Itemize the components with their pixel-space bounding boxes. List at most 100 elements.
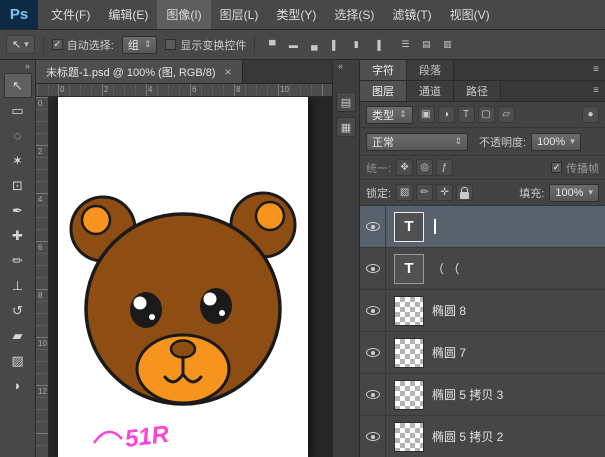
- text-panel-tab[interactable]: 段落: [407, 60, 454, 80]
- layer-visibility-toggle[interactable]: [360, 374, 386, 415]
- propagate-frames-checkbox[interactable]: 传播帧: [551, 160, 599, 176]
- layer-visibility-toggle[interactable]: [360, 416, 386, 457]
- crop-tool[interactable]: ⊡: [4, 173, 32, 198]
- opacity-dropdown[interactable]: 100% ▾: [531, 133, 581, 151]
- ruler-number: 12: [38, 387, 47, 396]
- filter-kind-dropdown[interactable]: 类型 ⇕: [366, 106, 413, 124]
- updown-icon: ⇕: [399, 109, 407, 120]
- menu-item[interactable]: 图像(I): [157, 0, 210, 29]
- move-tool-icon: ↖: [12, 38, 21, 51]
- filter-shape-layers-icon[interactable]: ▢: [478, 106, 495, 123]
- blur-tool[interactable]: ◗: [4, 373, 32, 398]
- align-horizontal-centers-icon[interactable]: ▮: [347, 37, 365, 53]
- lock-image-pixels-icon[interactable]: ✏: [416, 184, 433, 201]
- properties-panel-icon[interactable]: ▦: [336, 117, 356, 137]
- menu-item[interactable]: 文件(F): [42, 0, 99, 29]
- rectangular-marquee-tool[interactable]: ▭: [4, 98, 32, 123]
- filter-type-layers-icon[interactable]: T: [458, 106, 475, 123]
- eyedropper-tool[interactable]: ✒: [4, 198, 32, 223]
- layer-visibility-toggle[interactable]: [360, 290, 386, 331]
- menu-item[interactable]: 选择(S): [325, 0, 383, 29]
- history-brush-tool[interactable]: ↺: [4, 298, 32, 323]
- layer-thumbnail[interactable]: T: [394, 254, 424, 284]
- layer-row[interactable]: 椭圆 8: [360, 290, 605, 332]
- lock-position-icon[interactable]: ✛: [436, 184, 453, 201]
- panel-menu-icon[interactable]: ≡: [593, 64, 599, 75]
- layer-panel-tab[interactable]: 图层: [360, 81, 407, 101]
- distribute-vertical-centers-icon[interactable]: ▤: [417, 37, 435, 53]
- auto-select-checkbox[interactable]: 自动选择:: [52, 37, 114, 53]
- layer-row[interactable]: 椭圆 5 拷贝 3: [360, 374, 605, 416]
- fill-label: 填充:: [519, 185, 544, 201]
- layer-tabs: 图层通道路径: [360, 81, 501, 101]
- spot-healing-brush-tool[interactable]: ✚: [4, 223, 32, 248]
- align-left-edges-icon[interactable]: ▌: [326, 37, 344, 53]
- align-bottom-edges-icon[interactable]: ▄: [305, 37, 323, 53]
- toolbar-collapse-button[interactable]: »: [25, 60, 35, 73]
- history-panel-icon[interactable]: ▤: [336, 92, 356, 112]
- canvas[interactable]: 51R: [58, 97, 308, 457]
- ruler-number: 10: [280, 85, 289, 94]
- brush-tool[interactable]: ✏: [4, 248, 32, 273]
- filter-toggle-button[interactable]: ●: [582, 106, 599, 123]
- updown-icon: ⇕: [144, 39, 152, 50]
- layer-thumbnail[interactable]: T: [394, 212, 424, 242]
- show-transform-controls-checkbox[interactable]: 显示变换控件: [165, 37, 246, 53]
- layer-row[interactable]: T（ （: [360, 248, 605, 290]
- menu-item[interactable]: 编辑(E): [99, 0, 157, 29]
- gradient-tool[interactable]: ▨: [4, 348, 32, 373]
- layer-panel-tab[interactable]: 通道: [407, 81, 454, 101]
- eraser-tool[interactable]: ▰: [4, 323, 32, 348]
- unify-layer-visibility-icon[interactable]: ◎: [416, 159, 433, 176]
- close-icon[interactable]: ×: [225, 65, 232, 79]
- distribute-horizontal-centers-icon[interactable]: ▥: [438, 37, 456, 53]
- layer-visibility-toggle[interactable]: [360, 248, 386, 289]
- layer-row[interactable]: T: [360, 206, 605, 248]
- clone-stamp-tool[interactable]: ⊥: [4, 273, 32, 298]
- layer-visibility-toggle[interactable]: [360, 206, 386, 247]
- auto-select-scope-dropdown[interactable]: 组 ⇕: [122, 36, 158, 54]
- align-vertical-centers-icon[interactable]: ▬: [284, 37, 302, 53]
- tool-preset-dropdown[interactable]: ↖ ▾: [6, 35, 35, 54]
- updown-icon: ⇕: [454, 136, 462, 147]
- ruler-number: 10: [38, 339, 47, 348]
- move-tool[interactable]: ↖: [4, 73, 32, 98]
- lock-all-icon[interactable]: [456, 184, 473, 201]
- eye-highlight: [134, 297, 147, 310]
- text-panel-tab[interactable]: 字符: [360, 60, 407, 80]
- menu-items: 文件(F)编辑(E)图像(I)图层(L)类型(Y)选择(S)滤镜(T)视图(V): [38, 0, 499, 29]
- layer-thumbnail[interactable]: [394, 380, 424, 410]
- layer-panel-tab[interactable]: 路径: [454, 81, 501, 101]
- filter-smart-objects-icon[interactable]: ▱: [498, 106, 515, 123]
- blend-mode-dropdown[interactable]: 正常 ⇕: [366, 133, 468, 151]
- unify-icons: ✥◎ƒ: [396, 159, 453, 176]
- blend-mode-row: 正常 ⇕ 不透明度: 100% ▾: [360, 128, 605, 156]
- menu-item[interactable]: 滤镜(T): [383, 0, 440, 29]
- layer-visibility-toggle[interactable]: [360, 332, 386, 373]
- dock-collapse-button[interactable]: «: [333, 60, 343, 73]
- distribute-top-edges-icon[interactable]: ☰: [396, 37, 414, 53]
- filter-adjustment-layers-icon[interactable]: ◑: [438, 106, 455, 123]
- menu-item[interactable]: 类型(Y): [267, 0, 325, 29]
- canvas-background: 51R: [49, 97, 332, 457]
- align-top-edges-icon[interactable]: ▀: [263, 37, 281, 53]
- unify-layer-position-icon[interactable]: ✥: [396, 159, 413, 176]
- layer-thumbnail[interactable]: [394, 422, 424, 452]
- menu-item[interactable]: 图层(L): [211, 0, 268, 29]
- lasso-tool[interactable]: ◌: [4, 123, 32, 148]
- lock-row: 锁定: ▨✏✛ 填充: 100% ▾: [360, 180, 605, 206]
- layer-filter-row: 类型 ⇕ ▣◑T▢▱ ●: [360, 102, 605, 128]
- panel-menu-icon[interactable]: ≡: [593, 85, 599, 96]
- document-tab[interactable]: 未标题-1.psd @ 100% (图, RGB/8) ×: [36, 60, 243, 83]
- fill-dropdown[interactable]: 100% ▾: [549, 184, 599, 202]
- layer-thumbnail[interactable]: [394, 338, 424, 368]
- lock-transparent-pixels-icon[interactable]: ▨: [396, 184, 413, 201]
- layer-thumbnail[interactable]: [394, 296, 424, 326]
- align-right-edges-icon[interactable]: ▐: [368, 37, 386, 53]
- menu-item[interactable]: 视图(V): [441, 0, 499, 29]
- quick-selection-tool[interactable]: ✶: [4, 148, 32, 173]
- layer-row[interactable]: 椭圆 7: [360, 332, 605, 374]
- unify-layer-style-icon[interactable]: ƒ: [436, 159, 453, 176]
- layer-row[interactable]: 椭圆 5 拷贝 2: [360, 416, 605, 457]
- filter-pixel-layers-icon[interactable]: ▣: [418, 106, 435, 123]
